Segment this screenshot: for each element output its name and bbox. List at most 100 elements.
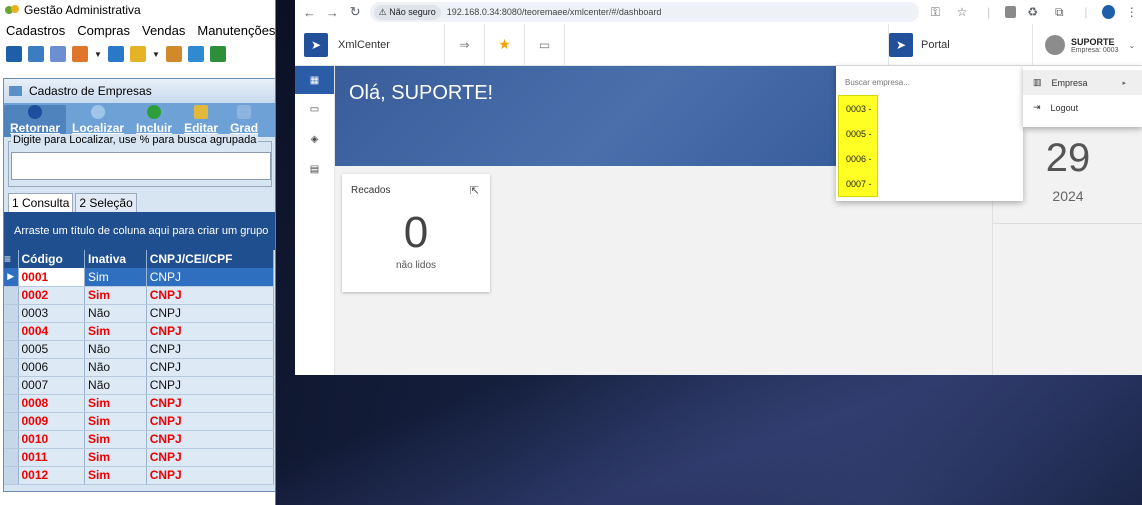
- row-indicator[interactable]: [4, 286, 19, 305]
- menu-collapse-icon[interactable]: ⇒: [445, 23, 485, 66]
- table-row[interactable]: 0002 Sim CNPJ: [4, 286, 275, 305]
- retornar-button[interactable]: Retornar: [4, 105, 67, 137]
- bookmark-star-icon[interactable]: ☆: [952, 5, 973, 19]
- incluir-button[interactable]: Incluir: [130, 105, 178, 137]
- table-row[interactable]: 0010 Sim CNPJ: [4, 430, 275, 449]
- row-indicator[interactable]: [4, 394, 19, 413]
- row-indicator-icon[interactable]: ▶: [4, 268, 19, 287]
- cell-inativa[interactable]: Sim: [84, 430, 147, 449]
- sidebar-dashboard-icon[interactable]: ▦: [295, 66, 334, 94]
- cell-codigo[interactable]: 0007: [18, 376, 86, 395]
- cell-inativa[interactable]: Sim: [84, 268, 147, 287]
- cell-codigo[interactable]: 0002: [18, 286, 86, 305]
- table-row[interactable]: 0004 Sim CNPJ: [4, 322, 275, 341]
- cell-inativa[interactable]: Não: [84, 340, 147, 359]
- column-chooser-icon[interactable]: ≡: [4, 250, 19, 268]
- address-bar[interactable]: ⚠ Não seguro 192.168.0.34:8080/teoremaee…: [369, 2, 920, 22]
- sidebar-document-icon[interactable]: ▤: [295, 154, 334, 184]
- security-badge[interactable]: ⚠ Não seguro: [373, 4, 441, 20]
- table-row[interactable]: 0005 Não CNPJ: [4, 340, 275, 359]
- cell-inativa[interactable]: Não: [84, 358, 147, 377]
- sidebar-messages-icon[interactable]: ▭: [295, 94, 334, 124]
- dropdown-caret-icon[interactable]: ▼: [152, 50, 160, 59]
- favorites-star-icon[interactable]: ★: [485, 23, 525, 66]
- users-icon[interactable]: [28, 46, 44, 62]
- tree-icon[interactable]: [72, 46, 88, 62]
- cell-codigo[interactable]: 0010: [18, 430, 86, 449]
- cell-doc[interactable]: CNPJ: [146, 340, 275, 359]
- cell-doc[interactable]: CNPJ: [146, 466, 275, 485]
- column-codigo[interactable]: Código: [18, 250, 86, 268]
- key-icon[interactable]: ⚿: [925, 5, 946, 20]
- cell-codigo[interactable]: 0011: [18, 448, 86, 467]
- recycle-icon[interactable]: ♻: [1022, 5, 1043, 19]
- cell-inativa[interactable]: Não: [84, 376, 147, 395]
- dollar-icon[interactable]: [188, 46, 204, 62]
- reload-icon[interactable]: ↻: [347, 4, 364, 20]
- row-indicator[interactable]: [4, 304, 19, 323]
- table-row[interactable]: 0009 Sim CNPJ: [4, 412, 275, 431]
- row-indicator[interactable]: [4, 340, 19, 359]
- search-input[interactable]: [11, 152, 271, 180]
- brand[interactable]: ➤ XmlCenter: [295, 23, 445, 66]
- cell-doc[interactable]: CNPJ: [146, 358, 275, 377]
- menu-item-logout[interactable]: ⇥ Logout: [1023, 95, 1142, 120]
- row-indicator[interactable]: [4, 322, 19, 341]
- localizar-button[interactable]: Localizar: [66, 105, 130, 137]
- cart-icon[interactable]: [210, 46, 226, 62]
- cell-codigo[interactable]: 0009: [18, 412, 86, 431]
- cell-inativa[interactable]: Sim: [84, 412, 147, 431]
- row-indicator[interactable]: [4, 448, 19, 467]
- cell-doc[interactable]: CNPJ: [146, 376, 275, 395]
- table-row[interactable]: 0011 Sim CNPJ: [4, 448, 275, 467]
- box-icon[interactable]: [130, 46, 146, 62]
- empresa-option[interactable]: 0006 -: [839, 146, 877, 171]
- dropdown-caret-icon[interactable]: ▼: [94, 50, 102, 59]
- user-menu-toggle[interactable]: SUPORTE Empresa: 0003 ⌄: [1041, 24, 1142, 66]
- menu-item-empresa[interactable]: ▥ Empresa ▸: [1023, 70, 1142, 95]
- row-indicator[interactable]: [4, 376, 19, 395]
- row-indicator[interactable]: [4, 412, 19, 431]
- empresa-option[interactable]: 0003 -: [839, 96, 877, 121]
- menu-manutencoes[interactable]: Manutenções: [197, 23, 275, 38]
- cell-doc[interactable]: CNPJ: [146, 394, 275, 413]
- cell-doc[interactable]: CNPJ: [146, 286, 275, 305]
- sidebar-layers-icon[interactable]: ◈: [295, 124, 334, 154]
- cell-doc[interactable]: CNPJ: [146, 430, 275, 449]
- open-external-icon[interactable]: ⇱: [470, 184, 479, 197]
- cell-codigo[interactable]: 0006: [18, 358, 86, 377]
- group-by-panel[interactable]: Arraste um título de coluna aqui para cr…: [4, 212, 275, 250]
- cell-inativa[interactable]: Sim: [84, 448, 147, 467]
- row-indicator[interactable]: [4, 466, 19, 485]
- table-row[interactable]: 0006 Não CNPJ: [4, 358, 275, 377]
- kebab-menu-icon[interactable]: ⋮: [1121, 5, 1142, 19]
- back-icon[interactable]: ←: [301, 5, 318, 20]
- document-icon[interactable]: [108, 46, 124, 62]
- recados-card[interactable]: Recados ⇱ 0 não lidos: [342, 174, 490, 292]
- person-icon[interactable]: [166, 46, 182, 62]
- table-row[interactable]: 0012 Sim CNPJ: [4, 466, 275, 485]
- cell-inativa[interactable]: Sim: [84, 286, 147, 305]
- empresa-option[interactable]: 0005 -: [839, 121, 877, 146]
- forward-icon[interactable]: →: [324, 5, 341, 20]
- menu-vendas[interactable]: Vendas: [142, 23, 185, 38]
- cell-codigo[interactable]: 0003: [18, 304, 86, 323]
- cell-inativa[interactable]: Não: [84, 304, 147, 323]
- cell-doc[interactable]: CNPJ: [146, 412, 275, 431]
- toolbar-icon-1[interactable]: [6, 46, 22, 62]
- row-indicator[interactable]: [4, 430, 19, 449]
- table-row[interactable]: 0007 Não CNPJ: [4, 376, 275, 395]
- column-inativa[interactable]: Inativa: [84, 250, 147, 268]
- grade-button[interactable]: Grad: [224, 105, 264, 137]
- cell-inativa[interactable]: Sim: [84, 322, 147, 341]
- menu-cadastros[interactable]: Cadastros: [6, 23, 65, 38]
- cell-doc[interactable]: CNPJ: [146, 448, 275, 467]
- cell-codigo[interactable]: 0012: [18, 466, 86, 485]
- profile-avatar[interactable]: [1102, 5, 1116, 19]
- cell-codigo[interactable]: 0005: [18, 340, 86, 359]
- menu-compras[interactable]: Compras: [77, 23, 130, 38]
- cell-inativa[interactable]: Sim: [84, 394, 147, 413]
- extension-icon[interactable]: [1005, 6, 1017, 18]
- empresa-search-input[interactable]: Buscar empresa...: [845, 78, 910, 87]
- card-icon[interactable]: [50, 46, 66, 62]
